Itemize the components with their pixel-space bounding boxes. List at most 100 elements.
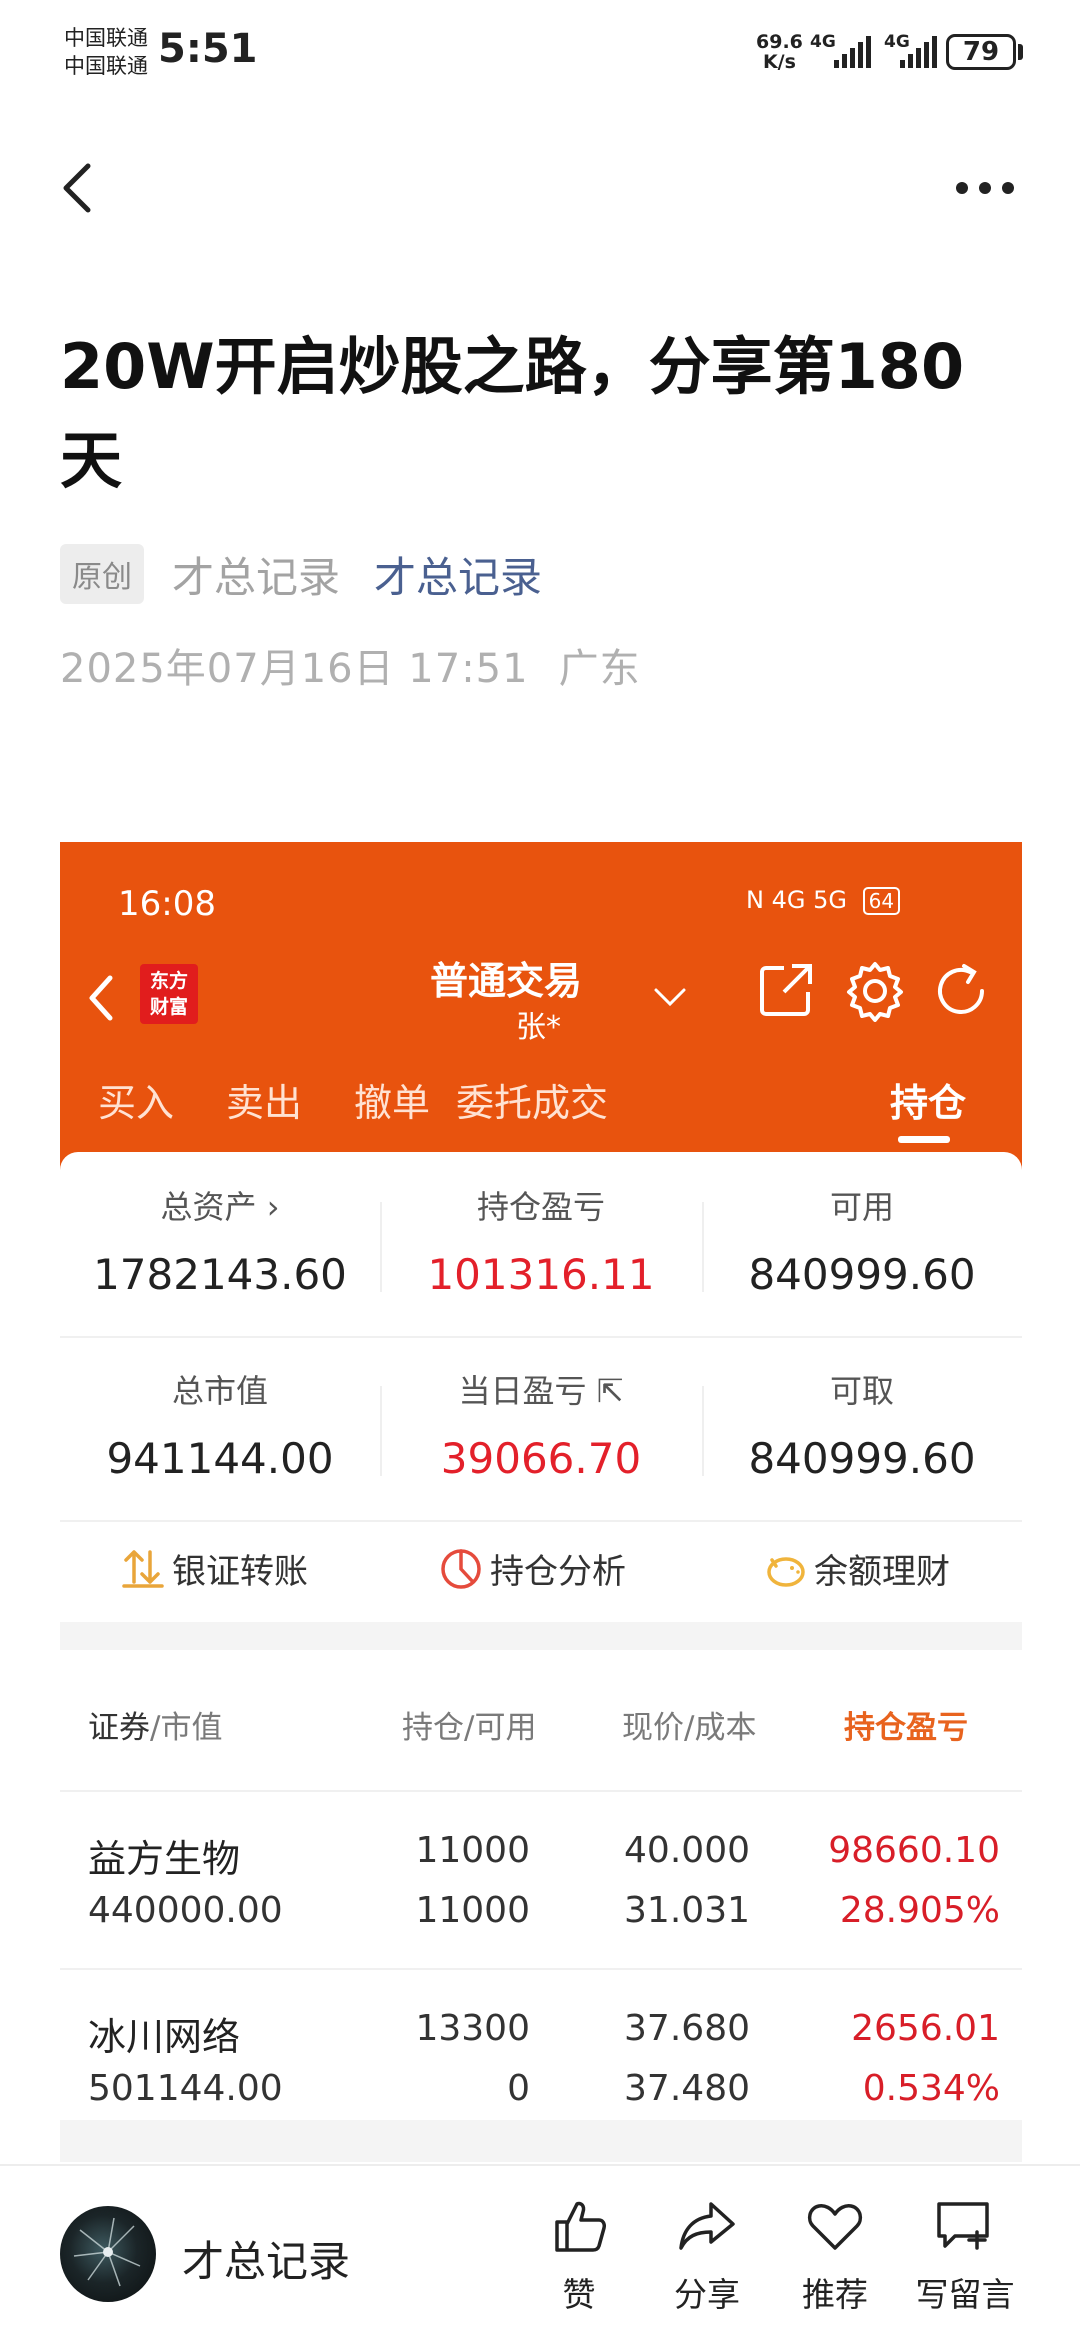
col-security-header[interactable]: 证券/市值	[88, 1702, 222, 1747]
battery-nub	[1018, 44, 1023, 60]
daily-pl-label: 当日盈亏 ⇱	[458, 1372, 624, 1410]
heart-icon	[807, 2204, 863, 2250]
stock-pl: 2656.01	[851, 2008, 1000, 2049]
withdrawable-cell: 可取 840999.60	[702, 1366, 1022, 1483]
inner-back-icon	[89, 975, 113, 1021]
account-name: 张*	[516, 1010, 561, 1045]
position-analysis-button[interactable]: 持仓分析	[438, 1544, 626, 1593]
net-speed-unit: K/s	[762, 51, 796, 73]
col-security-sub: /市值	[150, 1710, 223, 1746]
chevron-down-icon	[654, 988, 686, 1007]
piggy-bank-icon	[767, 1556, 805, 1587]
pie-chart-icon	[441, 1548, 481, 1589]
publish-location: 广东	[558, 646, 641, 692]
signal-1-icon	[834, 36, 871, 68]
col-price-header[interactable]: 现价/成本	[622, 1702, 756, 1747]
bank-transfer-label: 银证转账	[172, 1552, 308, 1592]
position-pl-value: 101316.11	[427, 1250, 655, 1299]
recommend-label: 推荐	[802, 2275, 868, 2314]
bank-transfer-button[interactable]: 银证转账	[120, 1544, 308, 1593]
inner-status-icons: N 4G 5G 64	[746, 886, 901, 915]
stock-name[interactable]: 益方生物	[88, 1828, 240, 1883]
more-button[interactable]	[950, 168, 1020, 208]
inner-time: 16:08	[118, 884, 216, 924]
transfer-arrows-icon	[122, 1549, 164, 1588]
carrier-names: 中国联通 中国联通	[64, 24, 148, 80]
net-speed: 69.6 K/s	[756, 32, 803, 72]
inner-signal-text: N 4G 5G	[746, 886, 847, 914]
gear-icon	[847, 962, 903, 1022]
row-divider	[60, 1790, 1022, 1792]
total-assets-label: 总资产 ›	[160, 1188, 280, 1226]
available-label: 可用	[829, 1188, 894, 1226]
eastmoney-logo: 东方 财富	[140, 964, 198, 1024]
stock-pl: 98660.10	[828, 1830, 1000, 1871]
market-value-value: 941144.00	[106, 1434, 334, 1483]
tab-orders[interactable]: 委托成交	[456, 1072, 608, 1127]
daily-pl-value: 39066.70	[440, 1434, 642, 1483]
carrier-2: 中国联通	[64, 54, 148, 78]
fireworks-avatar-image	[73, 2217, 141, 2287]
col-security-main: 证券	[88, 1710, 150, 1746]
comment-label: 写留言	[915, 2275, 1015, 2314]
share-button[interactable]: 分享	[642, 2196, 772, 2316]
withdrawable-label: 可取	[829, 1372, 894, 1410]
daily-pl-cell[interactable]: 当日盈亏 ⇱ 39066.70	[381, 1366, 701, 1483]
thumbs-up-icon	[555, 2201, 606, 2252]
total-assets-value: 1782143.60	[93, 1250, 347, 1299]
col-pl-header[interactable]: 持仓盈亏	[844, 1702, 968, 1747]
publish-date: 2025年07月16日 17:51	[60, 646, 529, 692]
more-dots-icon	[956, 182, 1014, 194]
signal-2-icon	[900, 36, 937, 68]
back-button[interactable]	[52, 158, 112, 218]
chevron-right-icon: ›	[266, 1188, 280, 1226]
tab-positions[interactable]: 持仓	[890, 1072, 966, 1127]
like-button[interactable]: 赞	[514, 2196, 644, 2316]
recommend-button[interactable]: 推荐	[770, 2196, 900, 2316]
status-clock: 5:51	[158, 26, 258, 72]
original-badge: 原创	[60, 544, 144, 604]
stock-pl-pct: 0.534%	[862, 2068, 1000, 2109]
net-speed-value: 69.6	[756, 31, 803, 53]
market-value-cell: 总市值 941144.00	[60, 1366, 380, 1483]
comment-add-icon	[937, 2202, 989, 2250]
article-date-row: 2025年07月16日 17:51 广东	[60, 636, 641, 694]
withdrawable-value: 840999.60	[748, 1434, 976, 1483]
share-out-icon	[760, 964, 812, 1016]
like-label: 赞	[562, 2275, 596, 2314]
market-value-label: 总市值	[171, 1372, 268, 1410]
article-title: 20W开启炒股之路，分享第180天	[60, 330, 965, 497]
refresh-icon	[938, 964, 984, 1014]
balance-finance-label: 余额理财	[814, 1552, 950, 1592]
active-tab-indicator	[898, 1136, 950, 1143]
row-divider	[60, 1336, 1022, 1338]
share-label: 分享	[674, 2275, 740, 2314]
chevron-left-icon	[63, 163, 91, 213]
external-link-icon: ⇱	[596, 1372, 624, 1410]
trade-title: 普通交易	[430, 959, 583, 1003]
author-name: 才总记录	[172, 552, 341, 602]
tab-buy[interactable]: 买入	[98, 1072, 174, 1127]
bottom-author-name[interactable]: 才总记录	[182, 2228, 350, 2289]
trade-tabs: 买入 卖出 撤单 委托成交 持仓	[60, 1072, 1022, 1142]
available-value: 840999.60	[748, 1250, 976, 1299]
total-assets-cell[interactable]: 总资产 › 1782143.60	[60, 1182, 380, 1299]
logo-line-1: 东方	[149, 970, 188, 992]
tab-sell[interactable]: 卖出	[226, 1072, 302, 1127]
col-holding-header[interactable]: 持仓/可用	[402, 1702, 536, 1747]
share-arrow-icon	[679, 2202, 735, 2250]
avatar[interactable]	[60, 2206, 156, 2302]
status-bar: 中国联通 中国联通 5:51 69.6 K/s 4G 4G 79	[0, 0, 1080, 100]
embedded-screenshot[interactable]: 16:08 N 4G 5G 64 东方 财富 普通交易 张* 买入 卖出 撤单 …	[60, 842, 1022, 2162]
inner-battery-icon: 64	[862, 887, 901, 915]
account-link[interactable]: 才总记录	[374, 544, 542, 605]
comment-button[interactable]: 写留言	[900, 2196, 1030, 2316]
row-divider	[60, 1520, 1022, 1522]
tab-cancel[interactable]: 撤单	[354, 1072, 430, 1127]
balance-finance-button[interactable]: 余额理财	[762, 1544, 950, 1593]
stock-name[interactable]: 冰川网络	[88, 2006, 240, 2061]
bottom-action-bar: 才总记录 赞 分享 推荐 写留言	[0, 2164, 1080, 2340]
position-pl-cell: 持仓盈亏 101316.11	[381, 1182, 701, 1299]
carrier-1: 中国联通	[64, 26, 148, 50]
battery-icon: 79	[946, 34, 1016, 70]
